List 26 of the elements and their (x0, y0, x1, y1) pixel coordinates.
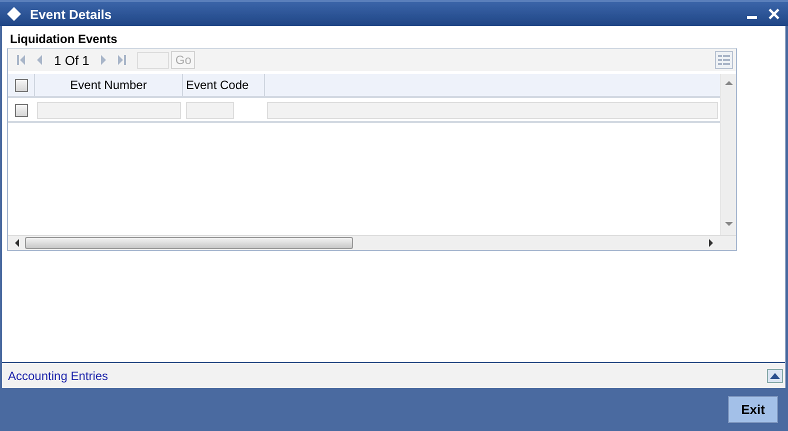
section-title: Liquidation Events (9, 31, 118, 48)
last-page-icon[interactable] (117, 54, 128, 66)
table-input-field[interactable] (37, 102, 181, 118)
horizontal-scrollbar[interactable] (8, 235, 736, 250)
window-title: Event Details (30, 6, 112, 22)
table-input-field[interactable] (267, 102, 718, 118)
scroll-right-icon[interactable] (709, 239, 714, 247)
table-input-field[interactable] (186, 102, 234, 118)
scroll-up-icon[interactable] (724, 80, 732, 85)
page-indicator: 1 Of 1 (54, 52, 90, 68)
scroll-down-icon[interactable] (724, 222, 732, 227)
first-page-icon[interactable] (16, 54, 26, 66)
checkbox[interactable] (14, 78, 28, 92)
column-settings-icon[interactable] (715, 51, 733, 69)
collapse-icon[interactable] (767, 368, 783, 382)
scroll-thumb[interactable] (25, 237, 353, 249)
close-icon[interactable] (768, 8, 780, 20)
column-header[interactable]: Event Code (183, 74, 265, 96)
page-number-field[interactable] (137, 52, 170, 68)
vertical-scrollbar[interactable] (720, 74, 736, 235)
checkbox[interactable] (15, 104, 28, 116)
exit-button[interactable]: Exit (728, 396, 778, 423)
accounting-entries-link[interactable]: Accounting Entries (8, 368, 108, 382)
scroll-left-icon[interactable] (14, 239, 19, 247)
column-header[interactable]: Event Number (35, 74, 183, 96)
diamond-icon (6, 6, 22, 22)
